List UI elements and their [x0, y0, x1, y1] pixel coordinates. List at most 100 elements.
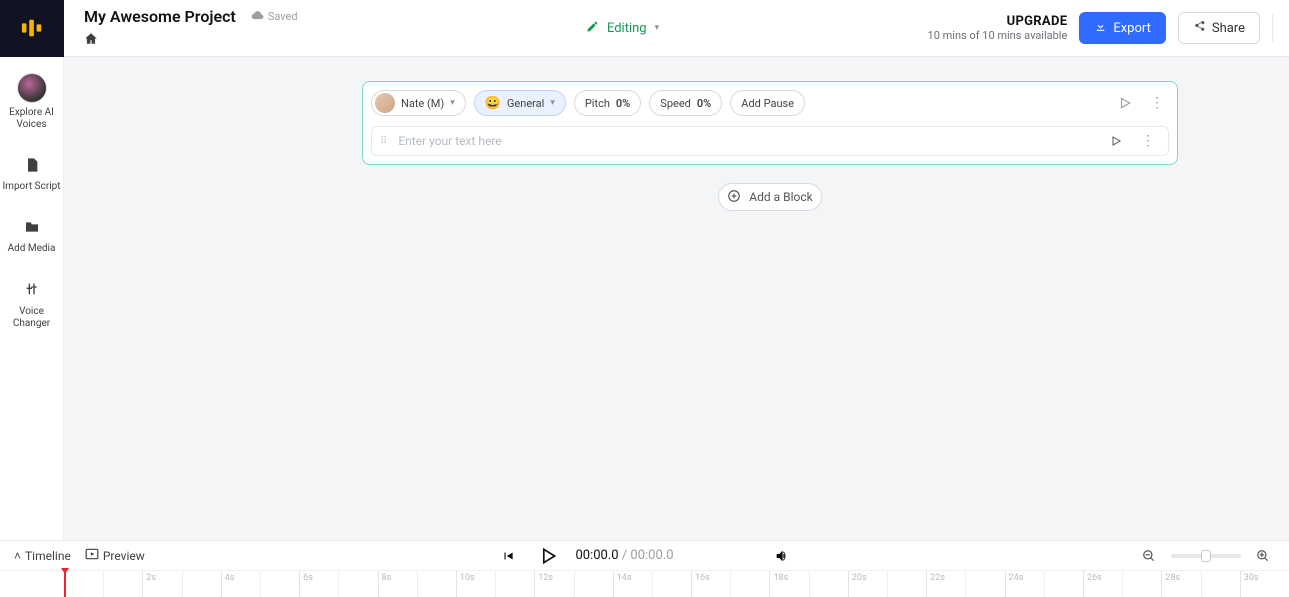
export-label: Export [1113, 21, 1151, 36]
ruler-tick: 2s [142, 571, 156, 597]
smiley-icon: 😀 [485, 96, 501, 111]
speed-control[interactable]: Speed 0% [649, 90, 722, 116]
document-icon [24, 157, 40, 177]
ruler-tick: 28s [1161, 571, 1180, 597]
ruler-minor-tick [1201, 571, 1205, 597]
ruler-tick: 6s [299, 571, 313, 597]
timeline-ruler[interactable]: 2s4s6s8s10s12s14s16s18s20s22s24s26s28s30… [0, 570, 1289, 597]
timeline-toggle[interactable]: ˄ Timeline [14, 549, 71, 563]
ruler-minor-tick [652, 571, 656, 597]
zoom-in-button[interactable] [1251, 544, 1275, 568]
ruler-tick: 8s [378, 571, 392, 597]
share-label: Share [1212, 21, 1245, 36]
voice-avatar-icon [375, 93, 395, 113]
zoom-out-button[interactable] [1137, 544, 1161, 568]
plus-circle-icon [727, 189, 741, 206]
line-menu-button[interactable]: ⋮ [1136, 129, 1160, 153]
ruler-tick: 18s [769, 571, 788, 597]
sidebar-item-add-media[interactable]: Add Media [0, 215, 64, 259]
ruler-minor-tick [1044, 571, 1048, 597]
sidebar-item-label: Explore AI Voices [0, 107, 64, 131]
divider [1272, 14, 1273, 42]
share-button[interactable]: Share [1178, 12, 1260, 44]
sidebar-item-label: Voice Changer [0, 306, 64, 330]
cloud-saved-icon [250, 10, 264, 23]
home-icon[interactable] [84, 30, 98, 49]
play-line-button[interactable] [1104, 129, 1128, 153]
ruler-tick: 22s [926, 571, 945, 597]
ruler-minor-tick [495, 571, 499, 597]
sidebar-item-label: Add Media [8, 243, 56, 255]
preview-toggle[interactable]: Preview [85, 548, 145, 563]
sliders-icon [24, 281, 40, 301]
play-block-button[interactable] [1113, 91, 1137, 115]
ruler-tick: 10s [456, 571, 475, 597]
pitch-value: 0% [616, 97, 630, 110]
quota-text: 10 mins of 10 mins available [928, 29, 1068, 42]
sidebar-item-explore-voices[interactable]: Explore AI Voices [0, 69, 64, 135]
add-block-label: Add a Block [749, 190, 812, 204]
sidebar-item-import-script[interactable]: Import Script [0, 153, 64, 197]
pencil-icon [586, 20, 599, 37]
speed-value: 0% [697, 97, 711, 110]
editor-canvas: Nate (M) ▾ 😀 General ▾ Pitch 0% Speed [64, 57, 1289, 540]
current-time: 00:00.0 [575, 548, 618, 563]
ruler-minor-tick [260, 571, 264, 597]
block-menu-button[interactable]: ⋮ [1145, 91, 1169, 115]
folder-icon [24, 219, 40, 239]
ruler-tick: 12s [534, 571, 553, 597]
avatar-icon [17, 73, 47, 103]
rewind-button[interactable] [495, 544, 519, 568]
chevron-down-icon: ▾ [655, 23, 660, 33]
ruler-minor-tick [965, 571, 969, 597]
ruler-tick: 20s [848, 571, 867, 597]
ruler-minor-tick [887, 571, 891, 597]
voice-block: Nate (M) ▾ 😀 General ▾ Pitch 0% Speed [362, 81, 1178, 165]
share-icon [1193, 20, 1206, 37]
add-pause-button[interactable]: Add Pause [730, 90, 805, 116]
pitch-label: Pitch [585, 97, 610, 110]
download-icon [1094, 20, 1107, 37]
style-selector[interactable]: 😀 General ▾ [474, 90, 566, 116]
ruler-tick: 24s [1005, 571, 1024, 597]
add-block-button[interactable]: Add a Block [718, 183, 822, 211]
volume-button[interactable] [770, 544, 794, 568]
ruler-minor-tick [182, 571, 186, 597]
style-label: General [507, 97, 544, 110]
total-time: 00:00.0 [630, 548, 673, 563]
pitch-control[interactable]: Pitch 0% [574, 90, 641, 116]
project-title[interactable]: My Awesome Project [84, 7, 236, 26]
add-pause-label: Add Pause [741, 97, 794, 110]
ruler-minor-tick [730, 571, 734, 597]
timeline-label: Timeline [25, 549, 71, 563]
mode-switcher[interactable]: Editing ▾ [318, 20, 928, 37]
app-logo[interactable] [0, 0, 64, 57]
sidebar-item-voice-changer[interactable]: Voice Changer [0, 277, 64, 333]
export-button[interactable]: Export [1079, 12, 1166, 44]
voice-selector[interactable]: Nate (M) ▾ [371, 90, 466, 116]
playhead[interactable] [64, 571, 66, 597]
preview-label: Preview [103, 549, 145, 563]
ruler-tick: 30s [1240, 571, 1259, 597]
ruler-tick: 16s [691, 571, 710, 597]
chevron-down-icon: ▾ [550, 98, 555, 108]
preview-icon [85, 548, 99, 563]
zoom-slider[interactable] [1171, 554, 1241, 558]
block-text-input[interactable] [396, 130, 1096, 152]
ruler-tick: 14s [613, 571, 632, 597]
saved-label: Saved [268, 10, 298, 23]
play-button[interactable] [535, 544, 559, 568]
ruler-minor-tick [1122, 571, 1126, 597]
speed-label: Speed [660, 97, 691, 110]
mode-label: Editing [607, 21, 647, 36]
ruler-tick: 4s [221, 571, 235, 597]
ruler-minor-tick [574, 571, 578, 597]
chevron-down-icon: ▾ [450, 98, 455, 108]
ruler-minor-tick [417, 571, 421, 597]
chevron-up-icon: ˄ [14, 549, 21, 563]
ruler-minor-tick [103, 571, 107, 597]
sidebar-item-label: Import Script [2, 181, 60, 193]
upgrade-label[interactable]: UPGRADE [928, 14, 1068, 29]
ruler-minor-tick [338, 571, 342, 597]
drag-handle-icon[interactable]: ⠿ [380, 136, 388, 147]
